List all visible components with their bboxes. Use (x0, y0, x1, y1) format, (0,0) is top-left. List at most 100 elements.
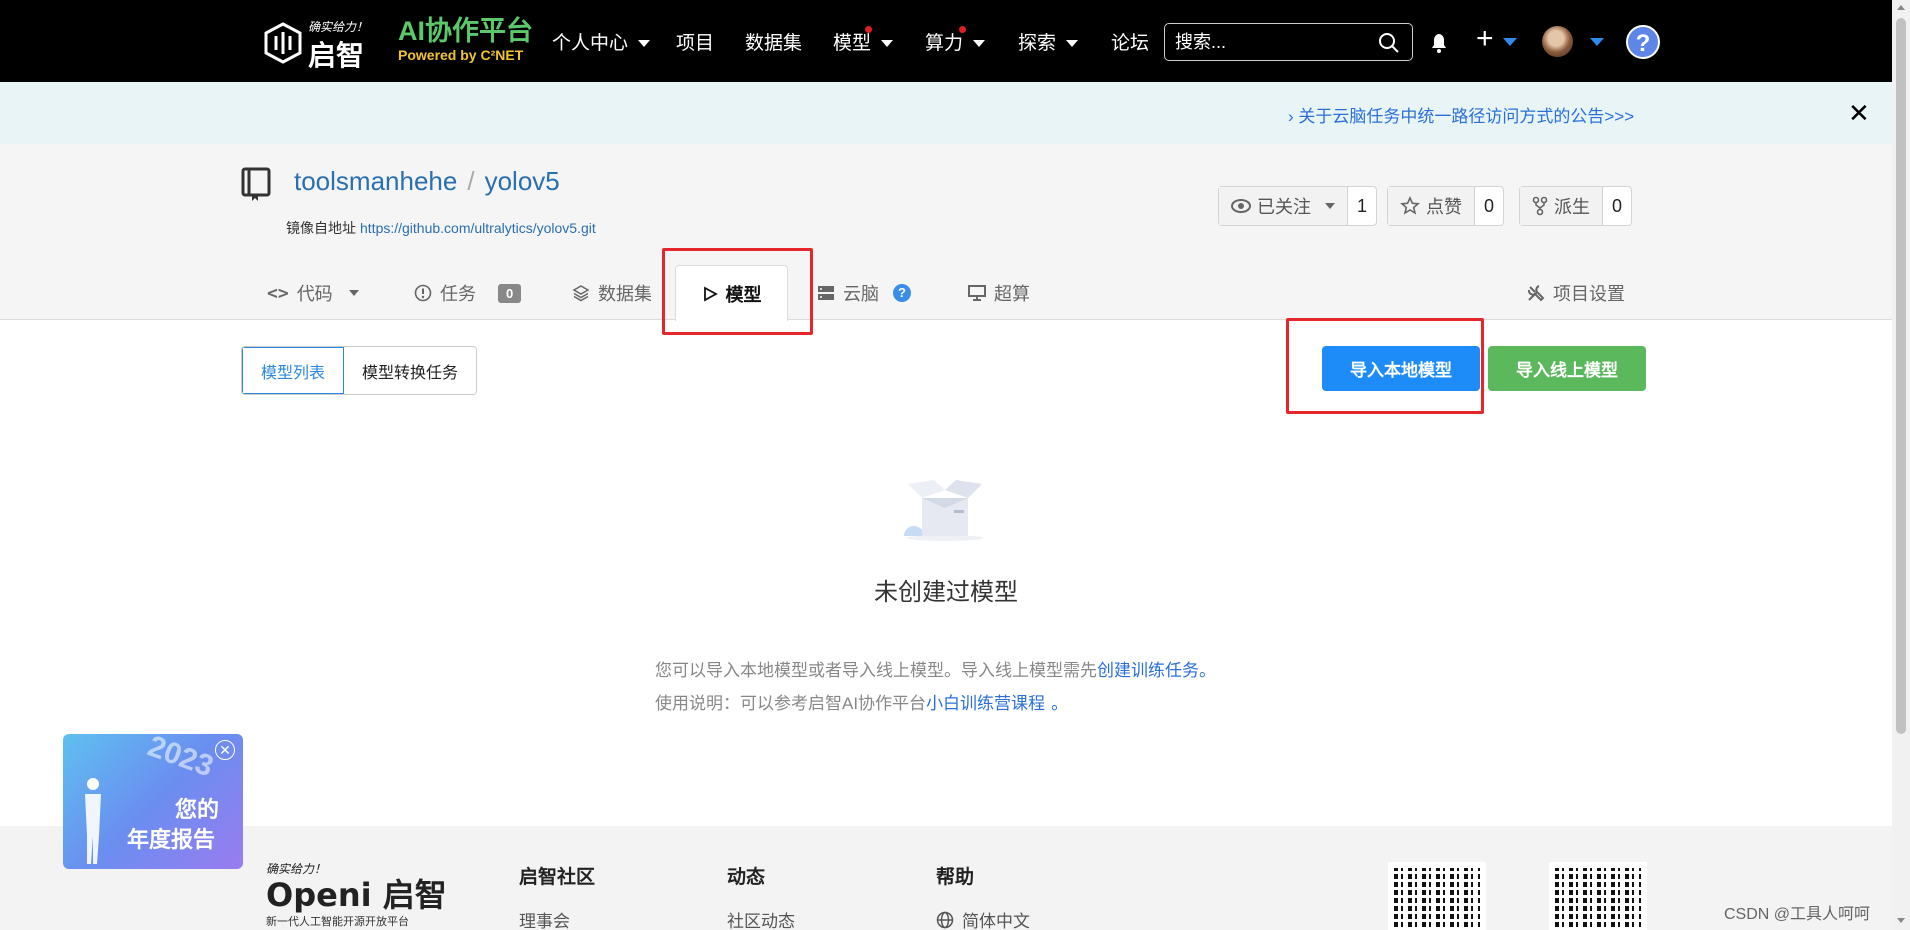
question-icon[interactable]: ? (893, 284, 911, 302)
platform-brand[interactable]: AI协作平台 Powered by C²NET (398, 16, 533, 64)
star-count[interactable]: 0 (1475, 187, 1503, 225)
star-button-group: 点赞 0 (1387, 186, 1504, 226)
search-input[interactable] (1175, 24, 1375, 60)
hint-text: 。 (1199, 661, 1216, 680)
create-training-task-link[interactable]: 创建训练任务 (1097, 661, 1199, 680)
empty-state-title: 未创建过模型 (874, 579, 1018, 606)
watch-count[interactable]: 1 (1348, 187, 1376, 225)
seg-convert-tasks[interactable]: 模型转换任务 (344, 347, 477, 394)
annual-report-popup[interactable]: 2023 您的 年度报告 ✕ (63, 734, 243, 869)
layers-icon (572, 285, 590, 302)
tab-cloudbrain[interactable]: 云脑 ? (817, 280, 911, 306)
close-icon[interactable]: ✕ (215, 740, 235, 760)
user-avatar[interactable] (1542, 26, 1573, 57)
tab-issues[interactable]: 任务 0 (414, 280, 522, 306)
qr-code-image (1549, 862, 1647, 930)
star-icon (1400, 196, 1420, 215)
announcement-link[interactable]: › 关于云脑任务中统一路径访问方式的公告>>> (1288, 102, 1634, 127)
empty-box-icon (904, 480, 983, 541)
brand-title: AI协作平台 (398, 16, 533, 46)
help-icon[interactable]: ? (1626, 25, 1660, 59)
fork-count[interactable]: 0 (1603, 187, 1631, 225)
csdn-watermark: CSDN @工具人呵呵 (1724, 906, 1871, 923)
seg-model-list[interactable]: 模型列表 (242, 347, 345, 394)
nav-datasets[interactable]: 数据集 (745, 28, 802, 55)
footer-col-news: 动态 社区动态 (727, 862, 795, 930)
notification-dot (959, 26, 966, 33)
hint-text: 您可以导入本地模型或者导入线上模型。导入线上模型需先 (655, 661, 1097, 680)
chevron-down-icon[interactable] (1503, 38, 1517, 46)
bell-icon[interactable] (1428, 32, 1450, 54)
top-navbar: 确实给力！ 启智 AI协作平台 Powered by C²NET 个人中心 项目… (0, 0, 1892, 82)
announcement-bar: › 关于云脑任务中统一路径访问方式的公告>>> ✕ (0, 82, 1892, 144)
footer-slogan: 确实给力！ (266, 862, 327, 876)
tab-datasets[interactable]: 数据集 (572, 280, 652, 306)
nav-models[interactable]: 模型 (833, 28, 894, 55)
watch-button[interactable]: 已关注 (1219, 187, 1348, 225)
footer-logo[interactable]: 确实给力！ Openi 启智 新一代人工智能开源开放平台 (266, 860, 447, 929)
tab-label: 项目设置 (1553, 284, 1625, 304)
fork-label: 派生 (1554, 197, 1590, 217)
footer-link-council[interactable]: 理事会 (519, 907, 595, 930)
chevron-down-icon (348, 290, 359, 296)
repo-header: toolsmanhehe / yolov5 镜像自地址 https://github.… (0, 144, 1892, 321)
chevron-down-icon (1066, 40, 1079, 48)
person-figure-icon (85, 778, 101, 864)
issues-count-badge: 0 (498, 283, 522, 303)
tab-label: 任务 (440, 284, 476, 304)
chevron-down-icon (973, 40, 986, 48)
path-separator: / (467, 166, 475, 196)
search-icon[interactable] (1378, 32, 1400, 54)
fork-button[interactable]: 派生 (1520, 187, 1603, 225)
star-button[interactable]: 点赞 (1388, 187, 1475, 225)
fork-icon (1532, 196, 1548, 216)
tools-icon (1527, 285, 1545, 302)
hint-text: 。 (1051, 694, 1069, 713)
fork-button-group: 派生 0 (1519, 186, 1632, 226)
hint-text: 使用说明：可以参考启智AI协作平台 (655, 694, 927, 713)
footer-language-select[interactable]: 简体中文 (936, 907, 1030, 930)
logo-name: 启智 (308, 39, 365, 72)
nav-label: 算力 (925, 33, 964, 54)
footer-link-community-news[interactable]: 社区动态 (727, 907, 795, 930)
model-view-switch: 模型列表 模型转换任务 (241, 346, 478, 395)
language-label: 简体中文 (962, 912, 1030, 930)
scroll-down-arrow-icon[interactable] (1897, 918, 1905, 923)
nav-compute[interactable]: 算力 (925, 28, 986, 55)
chevron-down-icon (1325, 203, 1335, 209)
tab-label: 代码 (296, 284, 333, 304)
create-plus-icon[interactable]: + (1476, 22, 1494, 56)
scroll-up-arrow-icon[interactable] (1897, 5, 1905, 10)
chevron-down-icon[interactable] (1590, 38, 1604, 46)
footer-logo-name: Openi 启智 (266, 876, 447, 914)
notification-dot (865, 26, 872, 33)
tab-settings[interactable]: 项目设置 (1527, 280, 1625, 306)
footer-heading: 帮助 (936, 867, 975, 888)
openi-logo[interactable]: 确实给力！ 启智 (262, 18, 372, 72)
nav-forum[interactable]: 论坛 (1111, 28, 1149, 55)
watch-button-group: 已关注 1 (1218, 186, 1377, 226)
nav-projects[interactable]: 项目 (676, 28, 714, 55)
repo-name-link[interactable]: yolov5 (485, 166, 560, 196)
import-local-model-button[interactable]: 导入本地模型 (1322, 346, 1480, 391)
brand-subtitle: Powered by C²NET (398, 47, 524, 63)
mirror-url-link[interactable]: https://github.com/ultralytics/yolov5.gi… (360, 220, 596, 236)
nav-personal-center[interactable]: 个人中心 (552, 28, 651, 55)
repo-owner-link[interactable]: toolsmanhehe (294, 166, 457, 196)
code-icon: <> (267, 282, 289, 304)
tab-label: 数据集 (598, 284, 652, 304)
page-scrollbar[interactable] (1892, 0, 1910, 930)
import-online-model-button[interactable]: 导入线上模型 (1488, 346, 1646, 391)
nav-explore[interactable]: 探索 (1018, 28, 1079, 55)
report-year: 2023 (143, 734, 218, 784)
tab-label: 云脑 (843, 284, 879, 304)
tab-supercompute[interactable]: 超算 (968, 280, 1030, 306)
nav-label: 个人中心 (552, 33, 629, 54)
beginner-course-link[interactable]: 小白训练营课程 (926, 694, 1045, 713)
nav-label: 模型 (833, 33, 872, 54)
tab-label: 超算 (994, 284, 1030, 304)
qr-code-image (1388, 862, 1486, 930)
scrollbar-thumb[interactable] (1896, 18, 1906, 734)
tab-code[interactable]: <> 代码 (267, 280, 359, 306)
close-icon[interactable]: ✕ (1848, 98, 1870, 129)
